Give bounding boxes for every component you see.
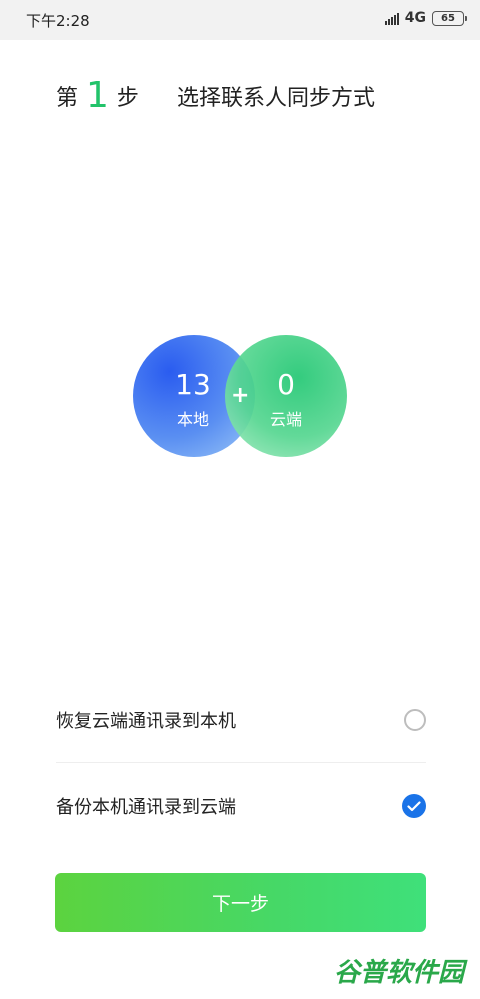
step-number: 1 [86, 75, 109, 116]
radio-unchecked-icon[interactable] [404, 709, 426, 731]
status-bar: 下午2:28 4G 65 [0, 0, 480, 40]
next-step-button[interactable]: 下一步 [55, 873, 426, 932]
option-backup-label: 备份本机通讯录到云端 [56, 797, 236, 818]
cloud-circle [225, 335, 347, 457]
step-prefix: 第 [56, 86, 79, 111]
radio-checked-icon[interactable] [402, 794, 426, 818]
watermark-logo: 谷普软件园 [328, 949, 470, 991]
signal-icon [384, 11, 399, 25]
step-suffix: 步 [116, 86, 139, 111]
checkmark-icon [407, 800, 421, 811]
network-label: 4G [404, 10, 426, 26]
battery-icon: 65 [432, 10, 467, 26]
battery-level: 65 [441, 12, 455, 24]
status-right: 4G 65 [384, 10, 467, 26]
next-step-label: 下一步 [211, 893, 269, 915]
watermark-text: 谷普软件园 [333, 957, 464, 988]
divider [56, 762, 426, 763]
sync-circles: 13 本地 0 云端 + [0, 0, 480, 999]
step-heading: 选择联系人同步方式 [176, 86, 375, 111]
status-time: 下午2:28 [26, 12, 90, 30]
option-backup[interactable]: 备份本机通讯录到云端 [56, 775, 426, 837]
option-restore-label: 恢复云端通讯录到本机 [56, 711, 236, 732]
option-restore[interactable]: 恢复云端通讯录到本机 [56, 689, 426, 751]
page-title: 第 1 步 选择联系人同步方式 [56, 74, 375, 118]
